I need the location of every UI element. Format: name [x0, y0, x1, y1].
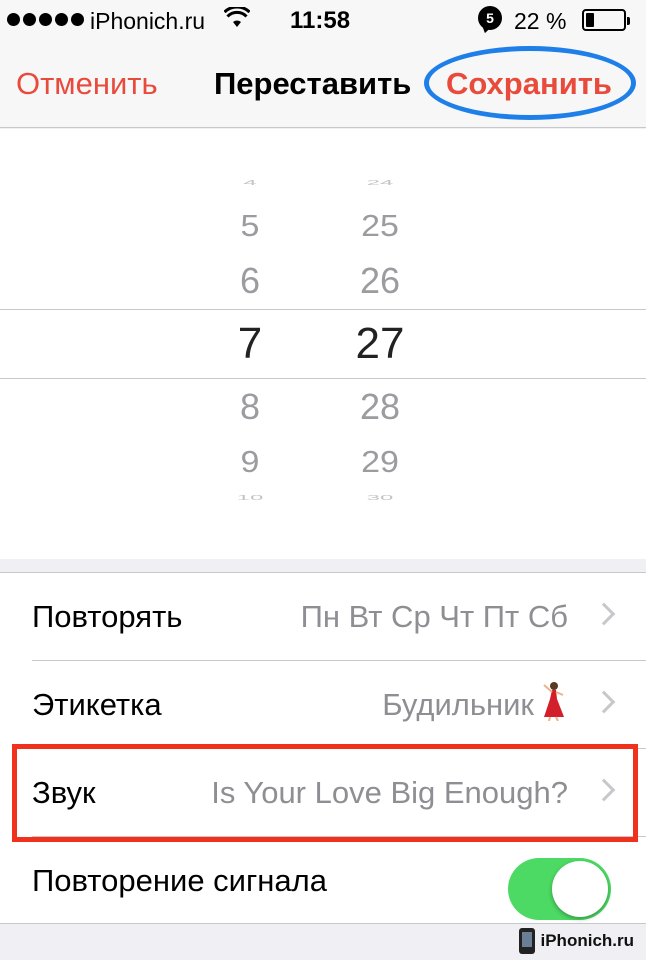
minutes-wheel[interactable]: 24 25 26 27 28 29 30: [320, 129, 440, 559]
wifi-icon: [224, 7, 250, 27]
snooze-label: Повторение сигнала: [32, 863, 327, 898]
minute-option[interactable]: 25: [320, 209, 440, 244]
minute-option[interactable]: 24: [320, 179, 440, 187]
repeat-row[interactable]: Повторять Пн Вт Ср Чт Пт Сб: [0, 573, 646, 661]
label-row-label: Этикетка: [32, 687, 162, 722]
status-bar: iPhonich.ru 11:58 5 22 %: [0, 0, 646, 40]
snooze-toggle[interactable]: [508, 858, 611, 920]
phone-icon: [518, 928, 535, 954]
minute-option[interactable]: 28: [320, 386, 440, 428]
snooze-row: Повторение сигнала: [0, 837, 646, 925]
toggle-knob: [552, 861, 608, 917]
time-picker[interactable]: 4 5 6 7 8 9 10 24 25 26 27 28 29 30: [0, 129, 646, 559]
carrier-name: iPhonich.ru: [90, 8, 206, 34]
sound-value: Is Your Love Big Enough?: [211, 775, 568, 810]
clock: 11:58: [290, 7, 351, 34]
watermark-text: iPhonich.ru: [540, 931, 635, 950]
hour-option[interactable]: 6: [190, 260, 310, 302]
sound-row[interactable]: Звук Is Your Love Big Enough?: [0, 749, 646, 837]
hours-wheel[interactable]: 4 5 6 7 8 9 10: [190, 129, 310, 559]
hour-option[interactable]: 4: [190, 179, 310, 187]
repeat-label: Повторять: [32, 599, 183, 634]
minute-selected[interactable]: 27: [320, 319, 440, 369]
battery-percent: 22 %: [514, 8, 567, 34]
battery-level: [586, 13, 594, 27]
minute-option[interactable]: 29: [320, 445, 440, 480]
minute-option[interactable]: 30: [320, 494, 440, 502]
chevron-right-icon: [592, 602, 616, 626]
dancer-emoji-icon: [543, 682, 564, 721]
signal-dots-icon: [7, 13, 84, 27]
hour-selected[interactable]: 7: [190, 319, 310, 369]
chevron-right-icon: [592, 690, 616, 714]
save-button[interactable]: Сохранить: [446, 66, 612, 102]
minute-option[interactable]: 26: [320, 260, 440, 302]
hour-option[interactable]: 10: [190, 494, 310, 502]
hour-option[interactable]: 9: [190, 445, 310, 480]
alarm-settings-list: Повторять Пн Вт Ср Чт Пт Сб Этикетка Буд…: [0, 572, 646, 924]
message-badge-icon: 5: [478, 6, 502, 30]
repeat-value: Пн Вт Ср Чт Пт Сб: [300, 599, 568, 634]
nav-bar: Отменить Переставить Сохранить: [0, 40, 646, 128]
watermark: iPhonich.ru: [518, 928, 635, 954]
page-title: Переставить: [214, 66, 412, 101]
hour-option[interactable]: 5: [190, 209, 310, 244]
label-row-value: Будильник: [382, 687, 534, 722]
label-row[interactable]: Этикетка Будильник: [0, 661, 646, 749]
battery-icon: [582, 9, 630, 31]
chevron-right-icon: [592, 778, 616, 802]
hour-option[interactable]: 8: [190, 386, 310, 428]
cancel-button[interactable]: Отменить: [16, 66, 158, 102]
sound-label: Звук: [32, 775, 96, 810]
